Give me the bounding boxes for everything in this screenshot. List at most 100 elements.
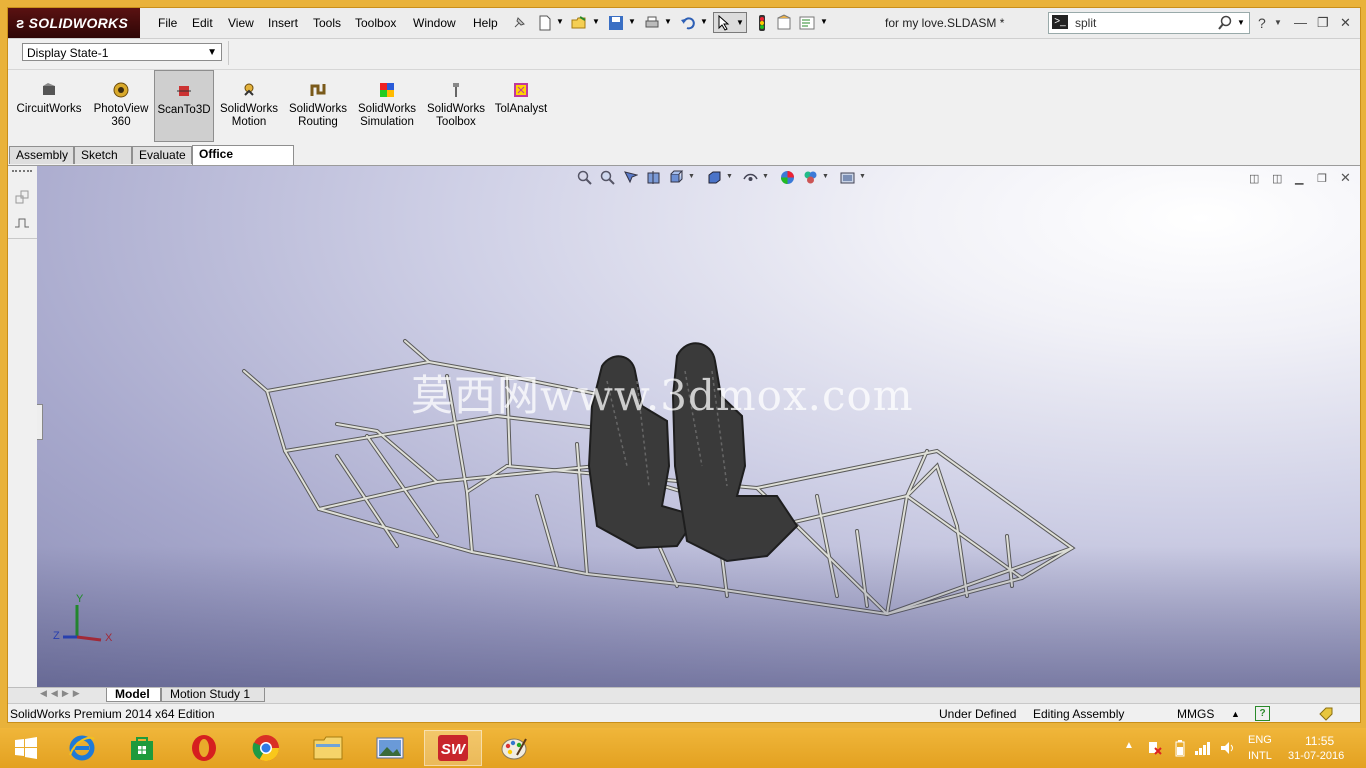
close-icon[interactable]: ✕ <box>1340 15 1351 31</box>
open-folder-icon[interactable] <box>570 14 588 32</box>
menu-window[interactable]: Window <box>413 16 456 30</box>
step-icon[interactable] <box>13 214 31 232</box>
motion-label: SolidWorks Motion <box>220 103 278 128</box>
search-box[interactable]: >_ split ▼ <box>1048 12 1250 34</box>
scanto3d-label: ScanTo3D <box>157 104 211 116</box>
save-icon[interactable] <box>607 14 625 32</box>
solidworks-logo[interactable]: ƨ SOLIDWORKS <box>8 8 140 38</box>
tab-scroll-arrows[interactable]: ◀◀▶▶ <box>40 688 84 699</box>
units-selector[interactable]: MMGS <box>1177 707 1214 721</box>
tolanalyst-button[interactable]: TolAnalyst <box>490 70 552 142</box>
solidworks-simulation-button[interactable]: SolidWorks Simulation <box>354 70 420 142</box>
tab-assembly[interactable]: Assembly <box>9 146 74 164</box>
chevron-up-icon[interactable]: ▲ <box>1231 709 1240 719</box>
toolbox-icon <box>453 83 459 97</box>
document-title: for my love.SLDASM * <box>885 16 1005 30</box>
opera-button[interactable] <box>178 730 230 766</box>
brand-name: SOLIDWORKS <box>28 15 129 31</box>
ds-logo-icon: ƨ <box>16 15 25 32</box>
simulation-label: SolidWorks Simulation <box>358 103 416 128</box>
solidworks-motion-button[interactable]: SolidWorks Motion <box>216 70 282 142</box>
tab-sketch[interactable]: Sketch <box>74 146 132 164</box>
menu-file[interactable]: File <box>158 16 177 30</box>
menu-view[interactable]: View <box>228 16 254 30</box>
menu-toolbox[interactable]: Toolbox <box>355 16 396 30</box>
tray-overflow-icon[interactable]: ▲ <box>1124 740 1134 751</box>
photoview-label: PhotoView 360 <box>93 103 149 128</box>
internet-explorer-button[interactable] <box>56 730 108 766</box>
menu-insert[interactable]: Insert <box>268 16 298 30</box>
start-button[interactable] <box>0 730 52 766</box>
select-tool-button[interactable]: ▼ <box>713 12 747 33</box>
circuitworks-button[interactable]: CircuitWorks <box>14 70 84 142</box>
tolanalyst-icon <box>514 83 528 97</box>
assembly-model[interactable] <box>37 166 1360 687</box>
menu-tools[interactable]: Tools <box>313 16 341 30</box>
chevron-down-icon[interactable]: ▼ <box>820 17 828 26</box>
scanto3d-button[interactable]: ScanTo3D <box>154 70 214 142</box>
new-document-icon[interactable] <box>536 14 554 32</box>
search-icon[interactable] <box>1217 15 1233 31</box>
grip-handle[interactable] <box>12 170 32 175</box>
graphics-area[interactable]: ▼ ▼ ▼ ▼ ▼ ◫ ◫ ▁ ❐ ✕ 莫西网www.3dmox.com Y X… <box>37 166 1360 687</box>
chevron-down-icon[interactable]: ▼ <box>664 17 672 26</box>
chrome-button[interactable] <box>240 730 292 766</box>
battery-icon[interactable] <box>1174 739 1186 757</box>
photoview-360-button[interactable]: PhotoView 360 <box>88 70 154 142</box>
store-button[interactable] <box>116 730 168 766</box>
undo-icon[interactable] <box>679 14 697 32</box>
keyboard-layout[interactable]: INTL <box>1248 750 1272 762</box>
tag-icon[interactable] <box>1318 706 1334 721</box>
paint-button[interactable] <box>488 730 540 766</box>
menu-help[interactable]: Help <box>473 16 498 30</box>
chevron-down-icon[interactable]: ▼ <box>556 17 564 26</box>
search-input[interactable]: split <box>1075 16 1096 30</box>
internet-explorer-icon <box>69 735 95 761</box>
chevron-down-icon[interactable]: ▼ <box>628 17 636 26</box>
motion-icon <box>244 83 254 96</box>
tab-model[interactable]: Model <box>106 688 161 702</box>
print-icon[interactable] <box>643 14 661 32</box>
pin-icon[interactable] <box>510 14 528 32</box>
solidworks-routing-button[interactable]: SolidWorks Routing <box>285 70 351 142</box>
file-properties-icon[interactable] <box>775 14 793 32</box>
clock-time[interactable]: 11:55 <box>1305 734 1334 748</box>
options-icon[interactable] <box>798 14 816 32</box>
solidworks-toolbox-button[interactable]: SolidWorks Toolbox <box>423 70 489 142</box>
photo-icon <box>376 737 404 759</box>
windows-store-icon <box>131 737 153 760</box>
clock-date[interactable]: 31-07-2016 <box>1288 750 1344 762</box>
minimize-icon[interactable]: — <box>1294 15 1307 30</box>
paint-palette-icon <box>501 738 527 760</box>
photo-viewer-button[interactable] <box>364 730 416 766</box>
tab-motion-study-1[interactable]: Motion Study 1 <box>161 688 265 702</box>
volume-icon[interactable] <box>1219 740 1237 756</box>
help-icon[interactable]: ? <box>1258 15 1266 31</box>
rebuild-icon[interactable] <box>753 14 771 32</box>
menu-edit[interactable]: Edit <box>192 16 213 30</box>
language-indicator[interactable]: ENG <box>1248 734 1272 746</box>
tab-office-products[interactable]: Office Products <box>192 145 294 178</box>
chevron-down-icon[interactable]: ▼ <box>1237 18 1245 27</box>
smart-mates-icon[interactable] <box>13 188 31 206</box>
restore-icon[interactable]: ❐ <box>1317 15 1329 31</box>
action-center-icon[interactable] <box>1145 740 1163 756</box>
cursor-icon <box>718 15 730 31</box>
tab-evaluate[interactable]: Evaluate <box>132 146 192 164</box>
help-icon[interactable]: ? <box>1255 706 1270 721</box>
divider <box>228 41 229 65</box>
watermark-text: 莫西网www.3dmox.com <box>411 371 914 420</box>
solidworks-taskbar-button[interactable]: SW <box>424 730 482 766</box>
toolbox-label: SolidWorks Toolbox <box>427 103 485 128</box>
display-state-select[interactable]: Display State-1 ▼ <box>22 43 222 61</box>
triad-z-label: Z <box>53 630 60 642</box>
chevron-down-icon[interactable]: ▼ <box>1274 18 1282 27</box>
command-manager: CircuitWorks PhotoView 360 ScanTo3D Soli… <box>8 70 1360 146</box>
chevron-down-icon: ▼ <box>736 18 744 27</box>
model-tabs-bar: ◀◀▶▶ Model Motion Study 1 <box>8 687 1360 703</box>
file-explorer-button[interactable] <box>302 730 354 766</box>
chevron-down-icon[interactable]: ▼ <box>592 17 600 26</box>
network-signal-icon[interactable] <box>1194 740 1212 756</box>
routing-label: SolidWorks Routing <box>289 103 347 128</box>
chevron-down-icon[interactable]: ▼ <box>700 17 708 26</box>
